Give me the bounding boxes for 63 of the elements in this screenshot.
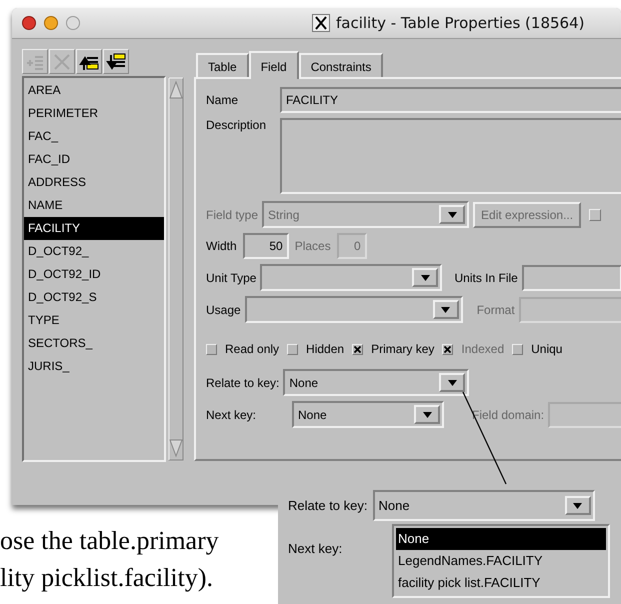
list-item[interactable]: AREA (24, 79, 164, 102)
field-label: Width (206, 239, 237, 253)
dropdown-arrow-icon (422, 412, 432, 418)
minimize-button[interactable] (44, 16, 58, 30)
dropdown-arrow-icon (448, 380, 457, 386)
list-item[interactable]: PERIMETER (24, 102, 164, 125)
caption-text: ose the table.primary (0, 525, 219, 557)
dropdown[interactable] (244, 296, 463, 323)
check-mark-icon (444, 346, 452, 352)
list-item[interactable]: ADDRESS (24, 171, 164, 194)
checkbox[interactable]: Read only (206, 342, 280, 356)
caption-text: lity picklist.facility). (0, 562, 214, 594)
dropdown-option[interactable]: facility pick list.FACILITY (396, 572, 606, 594)
dropdown[interactable]: None (372, 490, 594, 521)
field-label: Format (476, 302, 515, 316)
dropdown-arrow-icon (448, 212, 457, 218)
dropdown[interactable]: None (292, 401, 444, 428)
scrollbar[interactable] (166, 76, 186, 462)
field-label: Field type (206, 208, 258, 222)
list-item[interactable]: JURIS_ (24, 355, 164, 378)
x-window-icon (312, 14, 330, 32)
tab[interactable]: Table (196, 53, 249, 77)
tab[interactable]: Field (248, 51, 299, 79)
checkbox[interactable]: Primary key (352, 342, 434, 356)
text-area[interactable] (280, 118, 621, 194)
input-field[interactable]: 50 (242, 233, 289, 259)
field-label: Next key: (206, 408, 258, 422)
checkbox[interactable]: Hidden (287, 342, 344, 356)
list-item[interactable]: NAME (24, 194, 164, 217)
field-label: Unit Type (206, 270, 256, 284)
checkbox[interactable] (589, 208, 602, 220)
tab[interactable]: Constraints (298, 53, 384, 77)
field-label: Next key: (288, 541, 344, 556)
list-item[interactable]: FACILITY (24, 217, 164, 240)
field-label: Places (294, 239, 331, 253)
zoom-button[interactable] (66, 16, 80, 30)
checkbox[interactable]: Uniqu (512, 342, 562, 356)
check-mark-icon (354, 346, 362, 352)
window-title: facility - Table Properties (18564) (336, 14, 584, 32)
field-label: Name (206, 93, 240, 107)
list-item[interactable]: SECTORS_ (24, 332, 164, 355)
field-label: Description (206, 118, 268, 132)
field-label: Relate to key: (288, 498, 368, 513)
dropdown[interactable] (260, 264, 442, 291)
dropdown[interactable]: None (283, 369, 470, 396)
dropdown-arrow-icon (573, 502, 582, 508)
list-item[interactable]: D_OCT92_ (24, 240, 164, 263)
field-label: Units In File (454, 270, 518, 284)
list-item[interactable]: D_OCT92_ID (24, 263, 164, 286)
input-field[interactable]: FACILITY (280, 87, 621, 113)
list-item[interactable]: FAC_ (24, 125, 164, 148)
input-field[interactable] (522, 264, 621, 290)
dropdown-arrow-icon (441, 306, 450, 312)
list-item[interactable]: TYPE (24, 309, 164, 332)
dropdown-option[interactable]: None (396, 528, 606, 550)
list-item[interactable]: FAC_ID (24, 148, 164, 171)
list-item[interactable]: D_OCT92_S (24, 286, 164, 309)
field-label: Usage (206, 302, 241, 316)
move-down-icon[interactable] (106, 52, 126, 72)
field-label: Relate to key: (206, 376, 280, 390)
dropdown-option[interactable]: LegendNames.FACILITY (396, 550, 606, 572)
dropdown-arrow-icon (420, 274, 430, 280)
close-button[interactable] (22, 16, 36, 30)
